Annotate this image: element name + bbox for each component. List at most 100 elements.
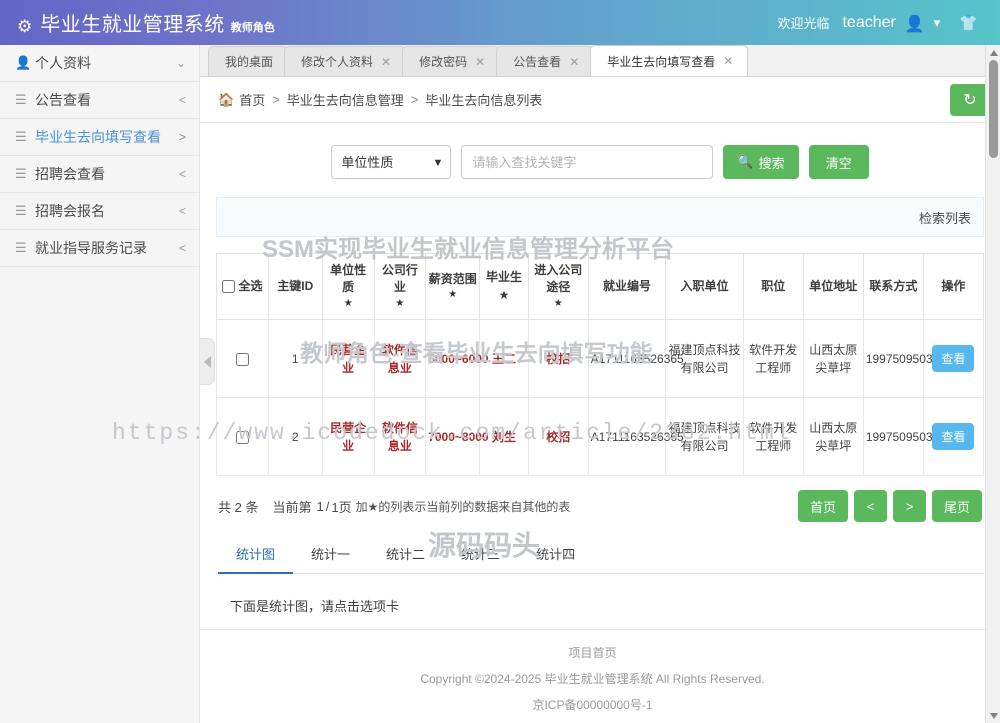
- tab-announcement[interactable]: 公告查看 ✕: [496, 46, 594, 76]
- chevron-left-icon: [204, 356, 211, 368]
- tab-graduate-destination[interactable]: 毕业生去向填写查看 ✕: [590, 45, 748, 76]
- tab-change-password[interactable]: 修改密码 ✕: [402, 46, 500, 76]
- close-icon[interactable]: ✕: [569, 55, 579, 69]
- tab-edit-profile[interactable]: 修改个人资料 ✕: [284, 46, 406, 76]
- th-industry: 公司行业 ★: [374, 254, 426, 320]
- list-icon: ☰: [15, 129, 35, 145]
- search-field-select[interactable]: 单位性质 公司行业 薪资范围 毕业生 进入公司途径: [331, 145, 451, 179]
- page-first-button[interactable]: 首页: [798, 490, 848, 522]
- stat-tab-chart[interactable]: 统计图: [218, 534, 293, 574]
- cell-action: 查看: [923, 398, 983, 476]
- brand: ⚙ 毕业生就业管理系统 教师角色: [0, 8, 275, 37]
- star-icon: ★: [377, 297, 424, 312]
- breadcrumb-item-list[interactable]: 毕业生去向信息列表: [425, 90, 542, 109]
- th-address: 单位地址: [803, 254, 863, 320]
- list-icon: ☰: [15, 166, 35, 182]
- page-last-button[interactable]: 尾页: [932, 490, 982, 522]
- footer-icp: 京ICP备00000000号-1: [200, 696, 985, 723]
- statistics-hint: 下面是统计图，请点击选项卡: [216, 574, 984, 615]
- th-label: 单位地址: [809, 279, 857, 293]
- table-row: 1 民营企业 软件信息业 5000~6000 王二 校招 A1711163526…: [217, 320, 984, 398]
- page-next-button[interactable]: >: [893, 490, 926, 522]
- scroll-up-arrow-icon[interactable]: [986, 45, 1000, 60]
- th-salary: 薪资范围 ★: [426, 254, 480, 320]
- breadcrumb-item-home[interactable]: 首页: [239, 90, 265, 109]
- th-label: 职位: [761, 279, 785, 293]
- search-field-select-wrap: 单位性质 公司行业 薪资范围 毕业生 进入公司途径 ▼: [331, 145, 451, 179]
- tab-my-desktop[interactable]: 我的桌面: [208, 46, 288, 76]
- sidebar-item-job-fair-signup[interactable]: ☰ 招聘会报名 <: [0, 193, 199, 230]
- sidebar-item-profile[interactable]: 👤 个人资料 ⌄: [0, 45, 199, 82]
- page-prev-button[interactable]: <: [854, 490, 887, 522]
- close-icon[interactable]: ✕: [475, 55, 485, 69]
- scrollbar-thumb[interactable]: [989, 60, 998, 158]
- stat-tab-four[interactable]: 统计四: [518, 534, 593, 574]
- chevron-left-icon: <: [179, 241, 186, 255]
- th-select-all: 全选: [217, 254, 269, 320]
- user-icon[interactable]: 👤: [905, 14, 925, 34]
- breadcrumb-separator: >: [411, 92, 419, 107]
- page-footer: 项目首页 Copyright ©2024-2025 毕业生就业管理系统 All …: [200, 629, 985, 723]
- total-pages: 1页: [331, 497, 351, 516]
- cell-contact: 19975095035: [863, 398, 923, 476]
- select-all-checkbox[interactable]: [222, 280, 235, 293]
- cell-address: 山西太原尖草坪: [803, 398, 863, 476]
- breadcrumb-separator: >: [272, 92, 280, 107]
- table-header-row: 全选 主键ID 单位性质 ★ 公司行业 ★ 薪资范围 ★: [217, 254, 984, 320]
- sidebar: 👤 个人资料 ⌄ ☰ 公告查看 < ☰ 毕业生去向填写查看 > ☰ 招聘会查看 …: [0, 45, 200, 723]
- shirt-icon[interactable]: 👕: [959, 14, 978, 32]
- footer-copyright: Copyright ©2024-2025 毕业生就业管理系统 All Right…: [200, 670, 985, 687]
- sidebar-item-job-fair-view[interactable]: ☰ 招聘会查看 <: [0, 156, 199, 193]
- header-user-area: 欢迎光临 teacher 👤 ▾ 👕: [777, 13, 1000, 33]
- clear-button[interactable]: 清空: [809, 145, 869, 179]
- tab-label: 修改个人资料: [301, 53, 373, 70]
- sidebar-item-career-service-record[interactable]: ☰ 就业指导服务记录 <: [0, 230, 199, 267]
- chevron-right-icon: >: [179, 130, 186, 144]
- list-icon: ☰: [15, 240, 35, 256]
- search-icon: 🔍: [737, 154, 753, 170]
- search-button[interactable]: 🔍 搜索: [723, 145, 798, 179]
- chevron-down-icon: ⌄: [176, 56, 186, 70]
- chevron-down-icon[interactable]: ▾: [934, 15, 941, 31]
- pagination-bar: 共 2 条 当前第 1 / 1页 加★的列表示当前列的数据来自其他的表 首页 <…: [216, 476, 984, 522]
- sidebar-collapse-handle[interactable]: [200, 338, 215, 385]
- th-label: 薪资范围: [429, 272, 477, 286]
- cell-address: 山西太原尖草坪: [803, 320, 863, 398]
- view-button[interactable]: 查看: [932, 423, 974, 450]
- graduate-destination-table: 全选 主键ID 单位性质 ★ 公司行业 ★ 薪资范围 ★: [216, 253, 984, 476]
- sidebar-item-label: 毕业生去向填写查看: [35, 127, 179, 147]
- cell-employ-no: A1711163526365: [588, 398, 666, 476]
- view-button[interactable]: 查看: [932, 345, 974, 372]
- scroll-down-arrow-icon[interactable]: [986, 708, 1000, 723]
- cell-unit-nature: 民营企业: [322, 320, 374, 398]
- breadcrumb: 🏠 首页 > 毕业生去向信息管理 > 毕业生去向信息列表 ↻: [200, 77, 1000, 123]
- search-input[interactable]: [461, 145, 713, 179]
- row-checkbox[interactable]: [236, 431, 249, 444]
- main-area: 我的桌面 修改个人资料 ✕ 修改密码 ✕ 公告查看 ✕ 毕业生去向填写查看 ✕ …: [200, 45, 1000, 723]
- tab-label: 修改密码: [419, 53, 467, 70]
- th-label: 就业编号: [603, 279, 651, 293]
- tab-label: 毕业生去向填写查看: [607, 53, 715, 70]
- app-title: 毕业生就业管理系统: [40, 8, 225, 37]
- stat-tab-one[interactable]: 统计一: [293, 534, 368, 574]
- cell-select: [217, 320, 269, 398]
- stat-tab-three[interactable]: 统计三: [443, 534, 518, 574]
- role-badge: 教师角色: [231, 19, 275, 35]
- retrieve-list-label: 检索列表: [919, 208, 971, 227]
- th-contact: 联系方式: [863, 254, 923, 320]
- cell-position: 软件开发工程师: [743, 320, 803, 398]
- breadcrumb-item-management[interactable]: 毕业生去向信息管理: [287, 90, 404, 109]
- row-checkbox[interactable]: [236, 353, 249, 366]
- th-label: 单位性质: [330, 263, 366, 294]
- close-icon[interactable]: ✕: [723, 54, 733, 68]
- close-icon[interactable]: ✕: [381, 55, 391, 69]
- refresh-button[interactable]: ↻: [950, 84, 990, 116]
- th-unit-nature: 单位性质 ★: [322, 254, 374, 320]
- sidebar-item-graduate-destination[interactable]: ☰ 毕业生去向填写查看 >: [0, 119, 199, 156]
- vertical-scrollbar[interactable]: [985, 45, 1000, 723]
- stat-tab-two[interactable]: 统计二: [368, 534, 443, 574]
- sidebar-item-announcement[interactable]: ☰ 公告查看 <: [0, 82, 199, 119]
- list-icon: ☰: [15, 92, 35, 108]
- th-label: 主键ID: [277, 279, 313, 293]
- footer-home-link[interactable]: 项目首页: [200, 644, 985, 661]
